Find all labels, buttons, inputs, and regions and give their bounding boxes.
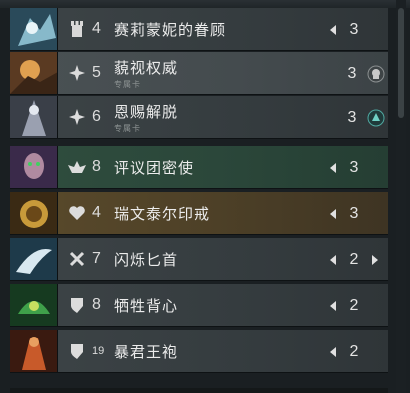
deck-card-row[interactable]: 7 闪烁匕首 2 [10, 238, 388, 281]
previous-row-edge [0, 0, 410, 8]
card-quantity: 3 [349, 204, 359, 222]
scrollbar[interactable] [396, 0, 406, 393]
card-art-thumbnail [10, 8, 58, 50]
shield-icon [66, 294, 88, 316]
deck-card-row[interactable]: 4 瑞文泰尔印戒 3 [10, 192, 388, 235]
deck-card-row[interactable]: 6 恩赐解脱 专属卡 3 [10, 96, 388, 139]
mana-cost: 7 [92, 250, 101, 267]
card-art-thumbnail [10, 146, 58, 188]
mana-cost: 8 [92, 296, 101, 313]
decrease-arrow-icon[interactable] [330, 300, 336, 311]
list-bottom-edge [10, 388, 388, 393]
decrease-arrow-icon[interactable] [330, 208, 336, 219]
deck-card-row[interactable]: 8 评议团密使 3 [10, 146, 388, 189]
crossed-swords-icon [66, 248, 88, 270]
decrease-arrow-icon[interactable] [330, 254, 336, 265]
card-art-thumbnail [10, 192, 58, 234]
card-quantity: 2 [349, 342, 359, 360]
mana-cost: 5 [92, 64, 101, 81]
shield-icon [66, 340, 88, 362]
creep-icon [66, 156, 88, 178]
mana-cost: 4 [92, 204, 101, 221]
decrease-arrow-icon[interactable] [330, 346, 336, 357]
mana-cost: 8 [92, 158, 101, 175]
hero-portrait-skull-icon [366, 64, 386, 84]
card-art-thumbnail [10, 284, 58, 326]
deck-card-row[interactable]: 5 藐视权威 专属卡 3 [10, 52, 388, 95]
card-art-thumbnail [10, 238, 58, 280]
scrollbar-thumb[interactable] [398, 8, 404, 118]
spell-star-icon [66, 62, 88, 84]
deck-card-row[interactable]: 19 暴君王袍 2 [10, 330, 388, 373]
card-art-thumbnail [10, 52, 58, 94]
heart-icon [66, 202, 88, 224]
deck-card-row[interactable]: 4 赛莉蒙妮的眷顾 3 [10, 8, 388, 51]
mana-cost: 4 [92, 20, 101, 37]
deck-list-panel: 4 赛莉蒙妮的眷顾 3 5 藐视权威 专属卡 3 6 恩赐解脱 专属卡 3 8 … [0, 0, 410, 393]
spell-star-icon [66, 106, 88, 128]
mana-cost: 19 [92, 345, 105, 357]
card-quantity: 3 [349, 158, 359, 176]
card-quantity: 2 [349, 250, 359, 268]
tower-icon [66, 18, 88, 40]
increase-arrow-icon[interactable] [372, 254, 378, 265]
decrease-arrow-icon[interactable] [330, 162, 336, 173]
card-art-thumbnail [10, 96, 58, 138]
card-art-thumbnail [10, 330, 58, 372]
hero-portrait-teal-icon [366, 108, 386, 128]
card-quantity: 2 [349, 296, 359, 314]
deck-card-row[interactable]: 8 牺牲背心 2 [10, 284, 388, 327]
decrease-arrow-icon[interactable] [330, 24, 336, 35]
card-quantity: 3 [349, 20, 359, 38]
card-quantity: 3 [347, 64, 357, 82]
card-quantity: 3 [347, 108, 357, 126]
mana-cost: 6 [92, 108, 101, 125]
